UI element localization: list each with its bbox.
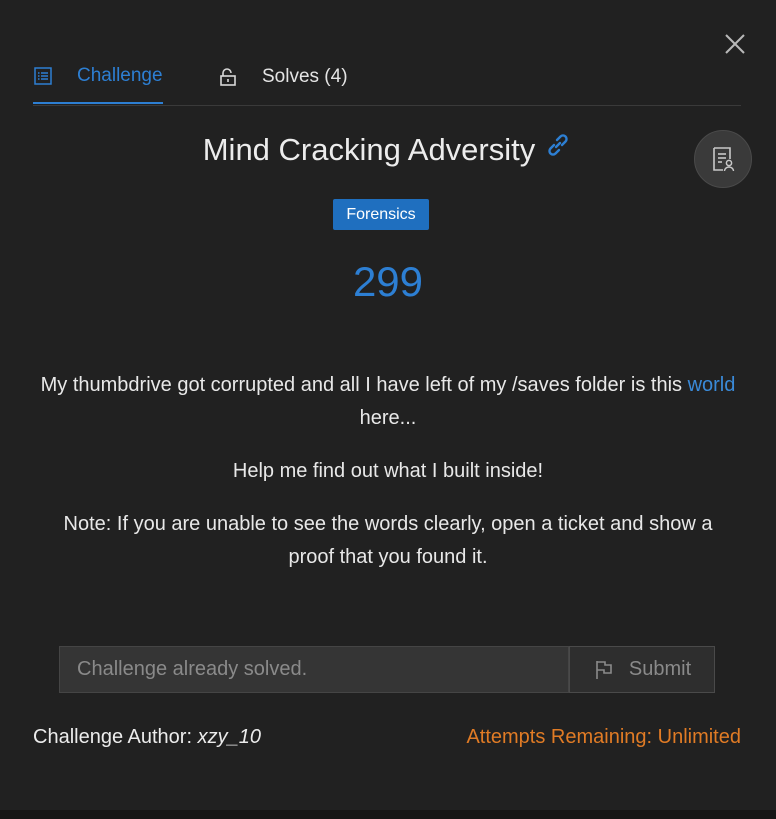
tab-solves-label: Solves (4) bbox=[262, 66, 348, 87]
document-user-icon bbox=[713, 147, 735, 172]
challenge-title: Mind Cracking Adversity bbox=[202, 132, 536, 167]
attempts-remaining: Attempts Remaining: Unlimited bbox=[466, 726, 741, 748]
description-text: here... bbox=[359, 407, 417, 429]
description-paragraph: My thumbdrive got corrupted and all I ha… bbox=[40, 369, 736, 435]
flag-input[interactable] bbox=[59, 646, 569, 693]
author-name: xzy_10 bbox=[197, 726, 261, 748]
challenge-title-row: Mind Cracking Adversity bbox=[0, 132, 776, 168]
tab-solves[interactable]: Solves (4) bbox=[218, 50, 348, 104]
tab-challenge[interactable]: Challenge bbox=[33, 50, 163, 104]
tab-challenge-label: Challenge bbox=[77, 65, 163, 86]
description-note: Note: If you are unable to see the words… bbox=[63, 513, 713, 568]
description-paragraph: Help me find out what I built inside! bbox=[232, 460, 544, 482]
list-icon bbox=[33, 66, 53, 86]
challenge-points: 299 bbox=[352, 258, 424, 305]
challenge-description: My thumbdrive got corrupted and all I ha… bbox=[40, 369, 736, 594]
submit-button[interactable]: Submit bbox=[569, 646, 715, 693]
unlock-icon bbox=[218, 67, 238, 87]
challenge-author: Challenge Author: xzy_10 bbox=[33, 726, 261, 749]
page-backdrop-bottom bbox=[0, 810, 776, 819]
world-download-link[interactable]: world bbox=[688, 374, 736, 396]
link-icon[interactable] bbox=[543, 130, 573, 168]
submit-label: Submit bbox=[628, 658, 692, 680]
category-badge: Forensics bbox=[333, 199, 429, 230]
challenge-modal: Challenge Solves (4) Mind Cracking Adver… bbox=[0, 0, 776, 810]
author-label: Challenge Author: bbox=[33, 726, 193, 748]
flag-icon bbox=[593, 659, 615, 681]
description-text: My thumbdrive got corrupted and all I ha… bbox=[40, 374, 683, 396]
writeup-button[interactable] bbox=[694, 130, 752, 188]
challenge-tabs: Challenge Solves (4) bbox=[33, 50, 741, 106]
